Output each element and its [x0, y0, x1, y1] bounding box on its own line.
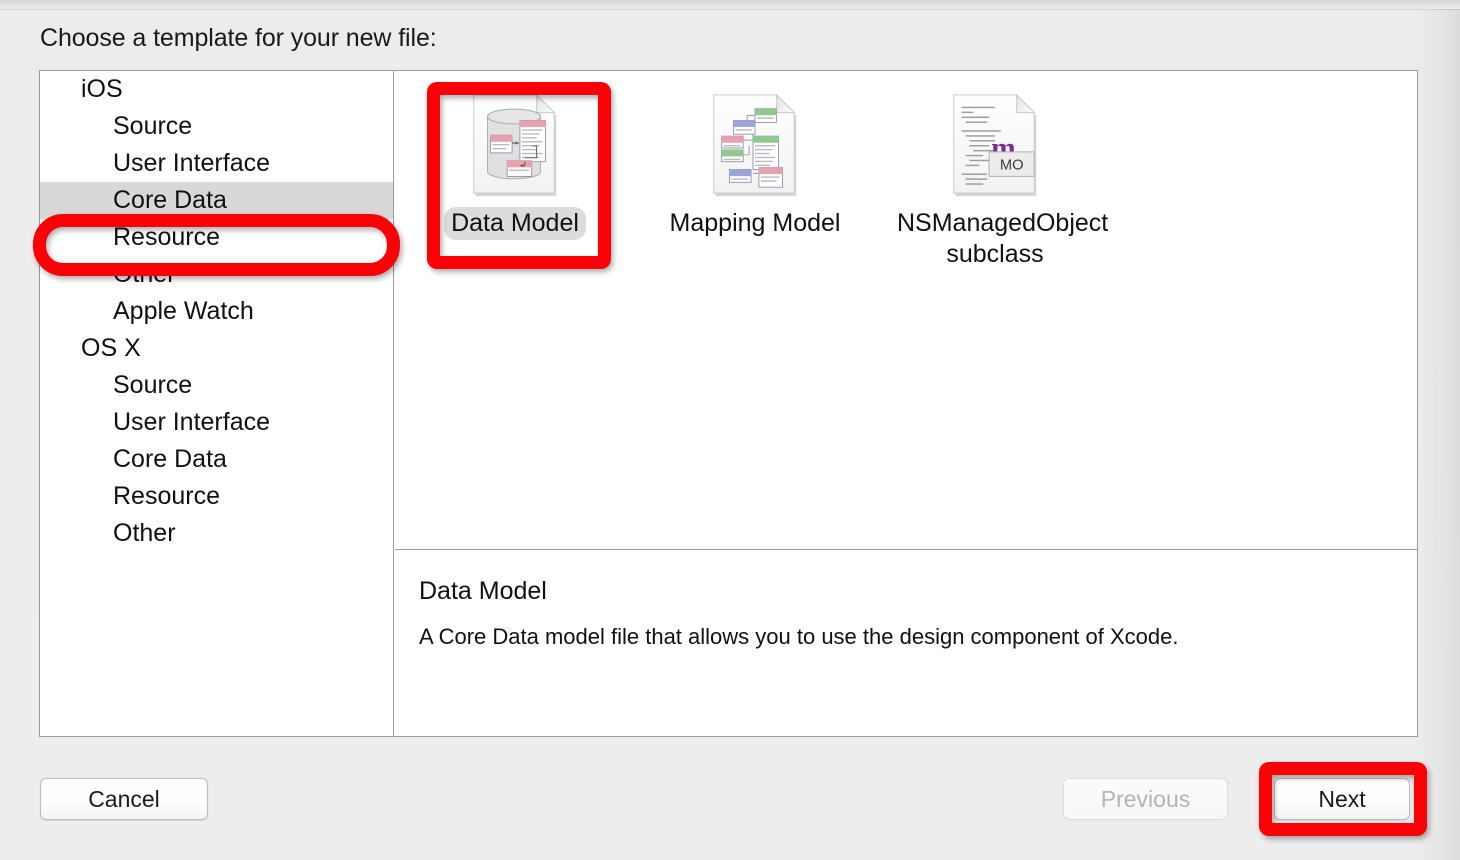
template-description-pane: Data Model A Core Data model file that a…	[395, 549, 1417, 736]
sidebar-item-source[interactable]: Source	[40, 108, 393, 145]
sidebar-item-core-data[interactable]: Core Data	[40, 441, 393, 478]
sidebar-item-other[interactable]: Other	[40, 256, 393, 293]
sidebar-item-resource[interactable]: Resource	[40, 478, 393, 515]
next-button[interactable]: Next	[1274, 778, 1410, 820]
sidebar-item-apple-watch[interactable]: Apple Watch	[40, 293, 393, 330]
page-title: Choose a template for your new file:	[40, 24, 437, 52]
sidebar-item-ios[interactable]: iOS	[40, 71, 393, 108]
previous-button[interactable]: Previous	[1063, 778, 1228, 820]
svg-text:MO: MO	[1000, 158, 1024, 174]
template-item-label: Data Model	[444, 207, 586, 241]
sidebar-item-source[interactable]: Source	[40, 367, 393, 404]
template-item-nsmanagedobject-subclass[interactable]: m MO NSManagedObject subclass	[875, 87, 1115, 272]
cancel-button[interactable]: Cancel	[40, 778, 208, 820]
template-item-label: Mapping Model	[669, 209, 841, 237]
sidebar-item-other[interactable]: Other	[40, 515, 393, 552]
mapping-model-document-icon	[701, 91, 809, 199]
dialog-right-edge-shading	[1416, 9, 1460, 860]
new-file-template-dialog: Choose a template for your new file: iOS…	[0, 0, 1460, 860]
description-body: A Core Data model file that allows you t…	[419, 624, 1179, 649]
sidebar-item-os-x[interactable]: OS X	[40, 330, 393, 367]
template-grid: Data Model Mapping Model m MO NSManagedO…	[395, 87, 1417, 272]
category-list[interactable]: iOS Source User Interface Core Data Resource…	[40, 71, 394, 736]
nsmanagedobject-source-icon: m MO	[941, 91, 1049, 199]
template-item-label: NSManagedObject subclass	[897, 209, 1109, 269]
template-item-mapping-model[interactable]: Mapping Model	[635, 87, 875, 240]
template-grid-pane: Data Model Mapping Model m MO NSManagedO…	[395, 71, 1417, 549]
template-chooser-frame: iOS Source User Interface Core Data Resource…	[39, 70, 1418, 737]
description-title: Data Model	[419, 577, 547, 605]
template-item-data-model[interactable]: Data Model	[395, 87, 635, 241]
sidebar-item-core-data[interactable]: Core Data	[40, 182, 393, 219]
sidebar-item-resource[interactable]: Resource	[40, 219, 393, 256]
sidebar-item-user-interface[interactable]: User Interface	[40, 404, 393, 441]
dialog-titlebar-strip	[0, 0, 1460, 10]
sidebar-item-user-interface[interactable]: User Interface	[40, 145, 393, 182]
data-model-document-icon	[461, 91, 569, 199]
